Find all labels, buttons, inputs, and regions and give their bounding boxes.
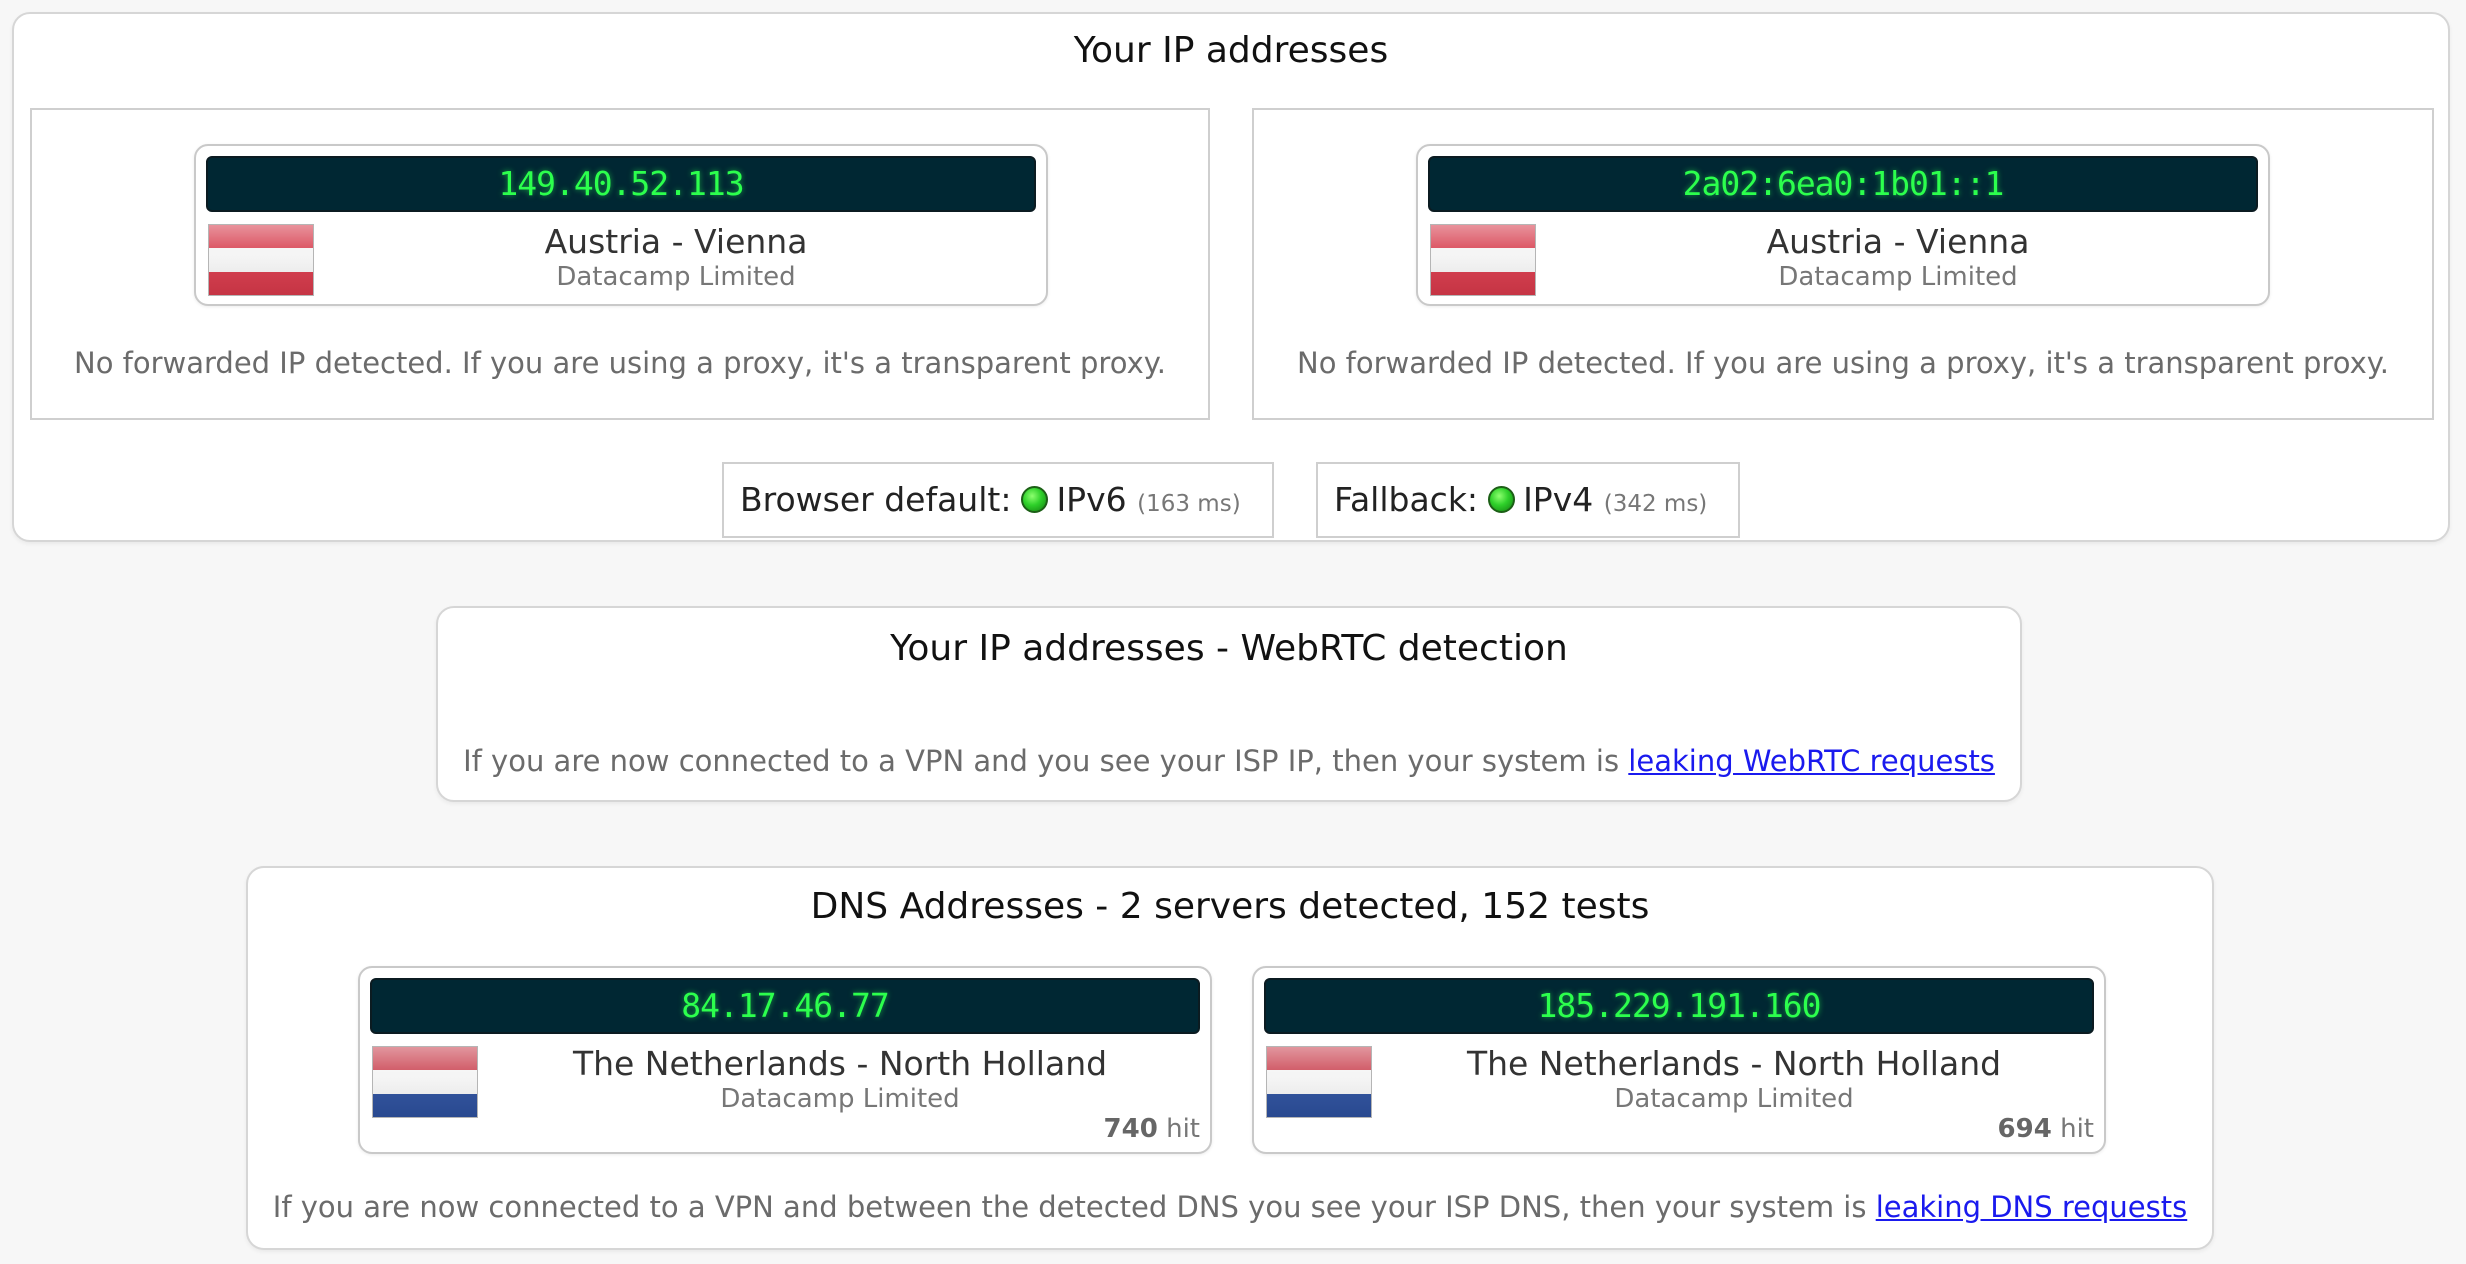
dns-server-location: The Netherlands - North Holland <box>1466 1044 2002 1083</box>
fallback-status: Fallback: IPv4 (342 ms) <box>1316 462 1740 538</box>
ipv6-forwarded-note: No forwarded IP detected. If you are usi… <box>1297 346 2389 380</box>
dns-server-address[interactable]: 185.229.191.160 <box>1264 978 2094 1034</box>
ipv6-location: Austria - Vienna <box>1766 222 2030 261</box>
ipv4-isp: Datacamp Limited <box>556 262 796 292</box>
status-ok-icon <box>1021 486 1049 513</box>
ipv4-section: 149.40.52.113 Austria - Vienna Datacamp … <box>30 108 1210 420</box>
browser-default-protocol: IPv6 <box>1056 480 1127 519</box>
dns-panel: DNS Addresses - 2 servers detected, 152 … <box>246 866 2214 1250</box>
dns-server-isp: Datacamp Limited <box>720 1084 960 1114</box>
dns-server-isp: Datacamp Limited <box>1614 1084 1854 1114</box>
leaking-webrtc-link[interactable]: leaking WebRTC requests <box>1628 744 1995 778</box>
dns-server-hits: 694 hit <box>1998 1114 2094 1144</box>
ipv6-isp: Datacamp Limited <box>1778 262 2018 292</box>
ipv4-location: Austria - Vienna <box>544 222 808 261</box>
dns-server-hit-label: hit <box>2060 1114 2094 1144</box>
webrtc-panel-title: Your IP addresses - WebRTC detection <box>890 628 1568 669</box>
webrtc-panel: Your IP addresses - WebRTC detection If … <box>436 606 2022 802</box>
dns-server-hit-label: hit <box>1166 1114 1200 1144</box>
leaking-dns-link[interactable]: leaking DNS requests <box>1876 1190 2188 1224</box>
ipv4-card: 149.40.52.113 Austria - Vienna Datacamp … <box>194 144 1048 306</box>
status-ok-icon <box>1488 486 1516 513</box>
ipv6-address[interactable]: 2a02:6ea0:1b01::1 <box>1428 156 2258 212</box>
ipv4-forwarded-note: No forwarded IP detected. If you are usi… <box>74 346 1166 380</box>
ip-panel-title: Your IP addresses <box>1073 30 1389 71</box>
browser-default-status: Browser default: IPv6 (163 ms) <box>722 462 1274 538</box>
webrtc-note-text: If you are now connected to a VPN and yo… <box>463 744 1629 778</box>
fallback-latency: (342 ms) <box>1603 491 1708 517</box>
dns-server-hit-count: 694 <box>1997 1114 2052 1144</box>
ipv4-address[interactable]: 149.40.52.113 <box>206 156 1036 212</box>
fallback-protocol: IPv4 <box>1523 480 1594 519</box>
dns-server-hit-count: 740 <box>1103 1114 1158 1144</box>
ipv6-section: 2a02:6ea0:1b01::1 Austria - Vienna Datac… <box>1252 108 2434 420</box>
austria-flag-icon <box>208 224 314 296</box>
dns-note: If you are now connected to a VPN and be… <box>248 1190 2212 1224</box>
fallback-label: Fallback: <box>1334 480 1479 519</box>
ipv6-card: 2a02:6ea0:1b01::1 Austria - Vienna Datac… <box>1416 144 2270 306</box>
dns-server-card: 84.17.46.77 The Netherlands - North Holl… <box>358 966 1212 1154</box>
webrtc-note: If you are now connected to a VPN and yo… <box>438 744 2020 778</box>
browser-default-latency: (163 ms) <box>1137 491 1241 517</box>
dns-server-location: The Netherlands - North Holland <box>572 1044 1108 1083</box>
dns-server-card: 185.229.191.160 The Netherlands - North … <box>1252 966 2106 1154</box>
dns-note-text: If you are now connected to a VPN and be… <box>272 1190 1876 1224</box>
dns-panel-title: DNS Addresses - 2 servers detected, 152 … <box>810 886 1650 927</box>
dns-server-hits: 740 hit <box>1104 1114 1200 1144</box>
netherlands-flag-icon <box>1266 1046 1372 1118</box>
ip-addresses-panel: Your IP addresses 149.40.52.113 Austria … <box>12 12 2450 542</box>
netherlands-flag-icon <box>372 1046 478 1118</box>
dns-server-address[interactable]: 84.17.46.77 <box>370 978 1200 1034</box>
browser-default-label: Browser default: <box>740 480 1012 519</box>
austria-flag-icon <box>1430 224 1536 296</box>
